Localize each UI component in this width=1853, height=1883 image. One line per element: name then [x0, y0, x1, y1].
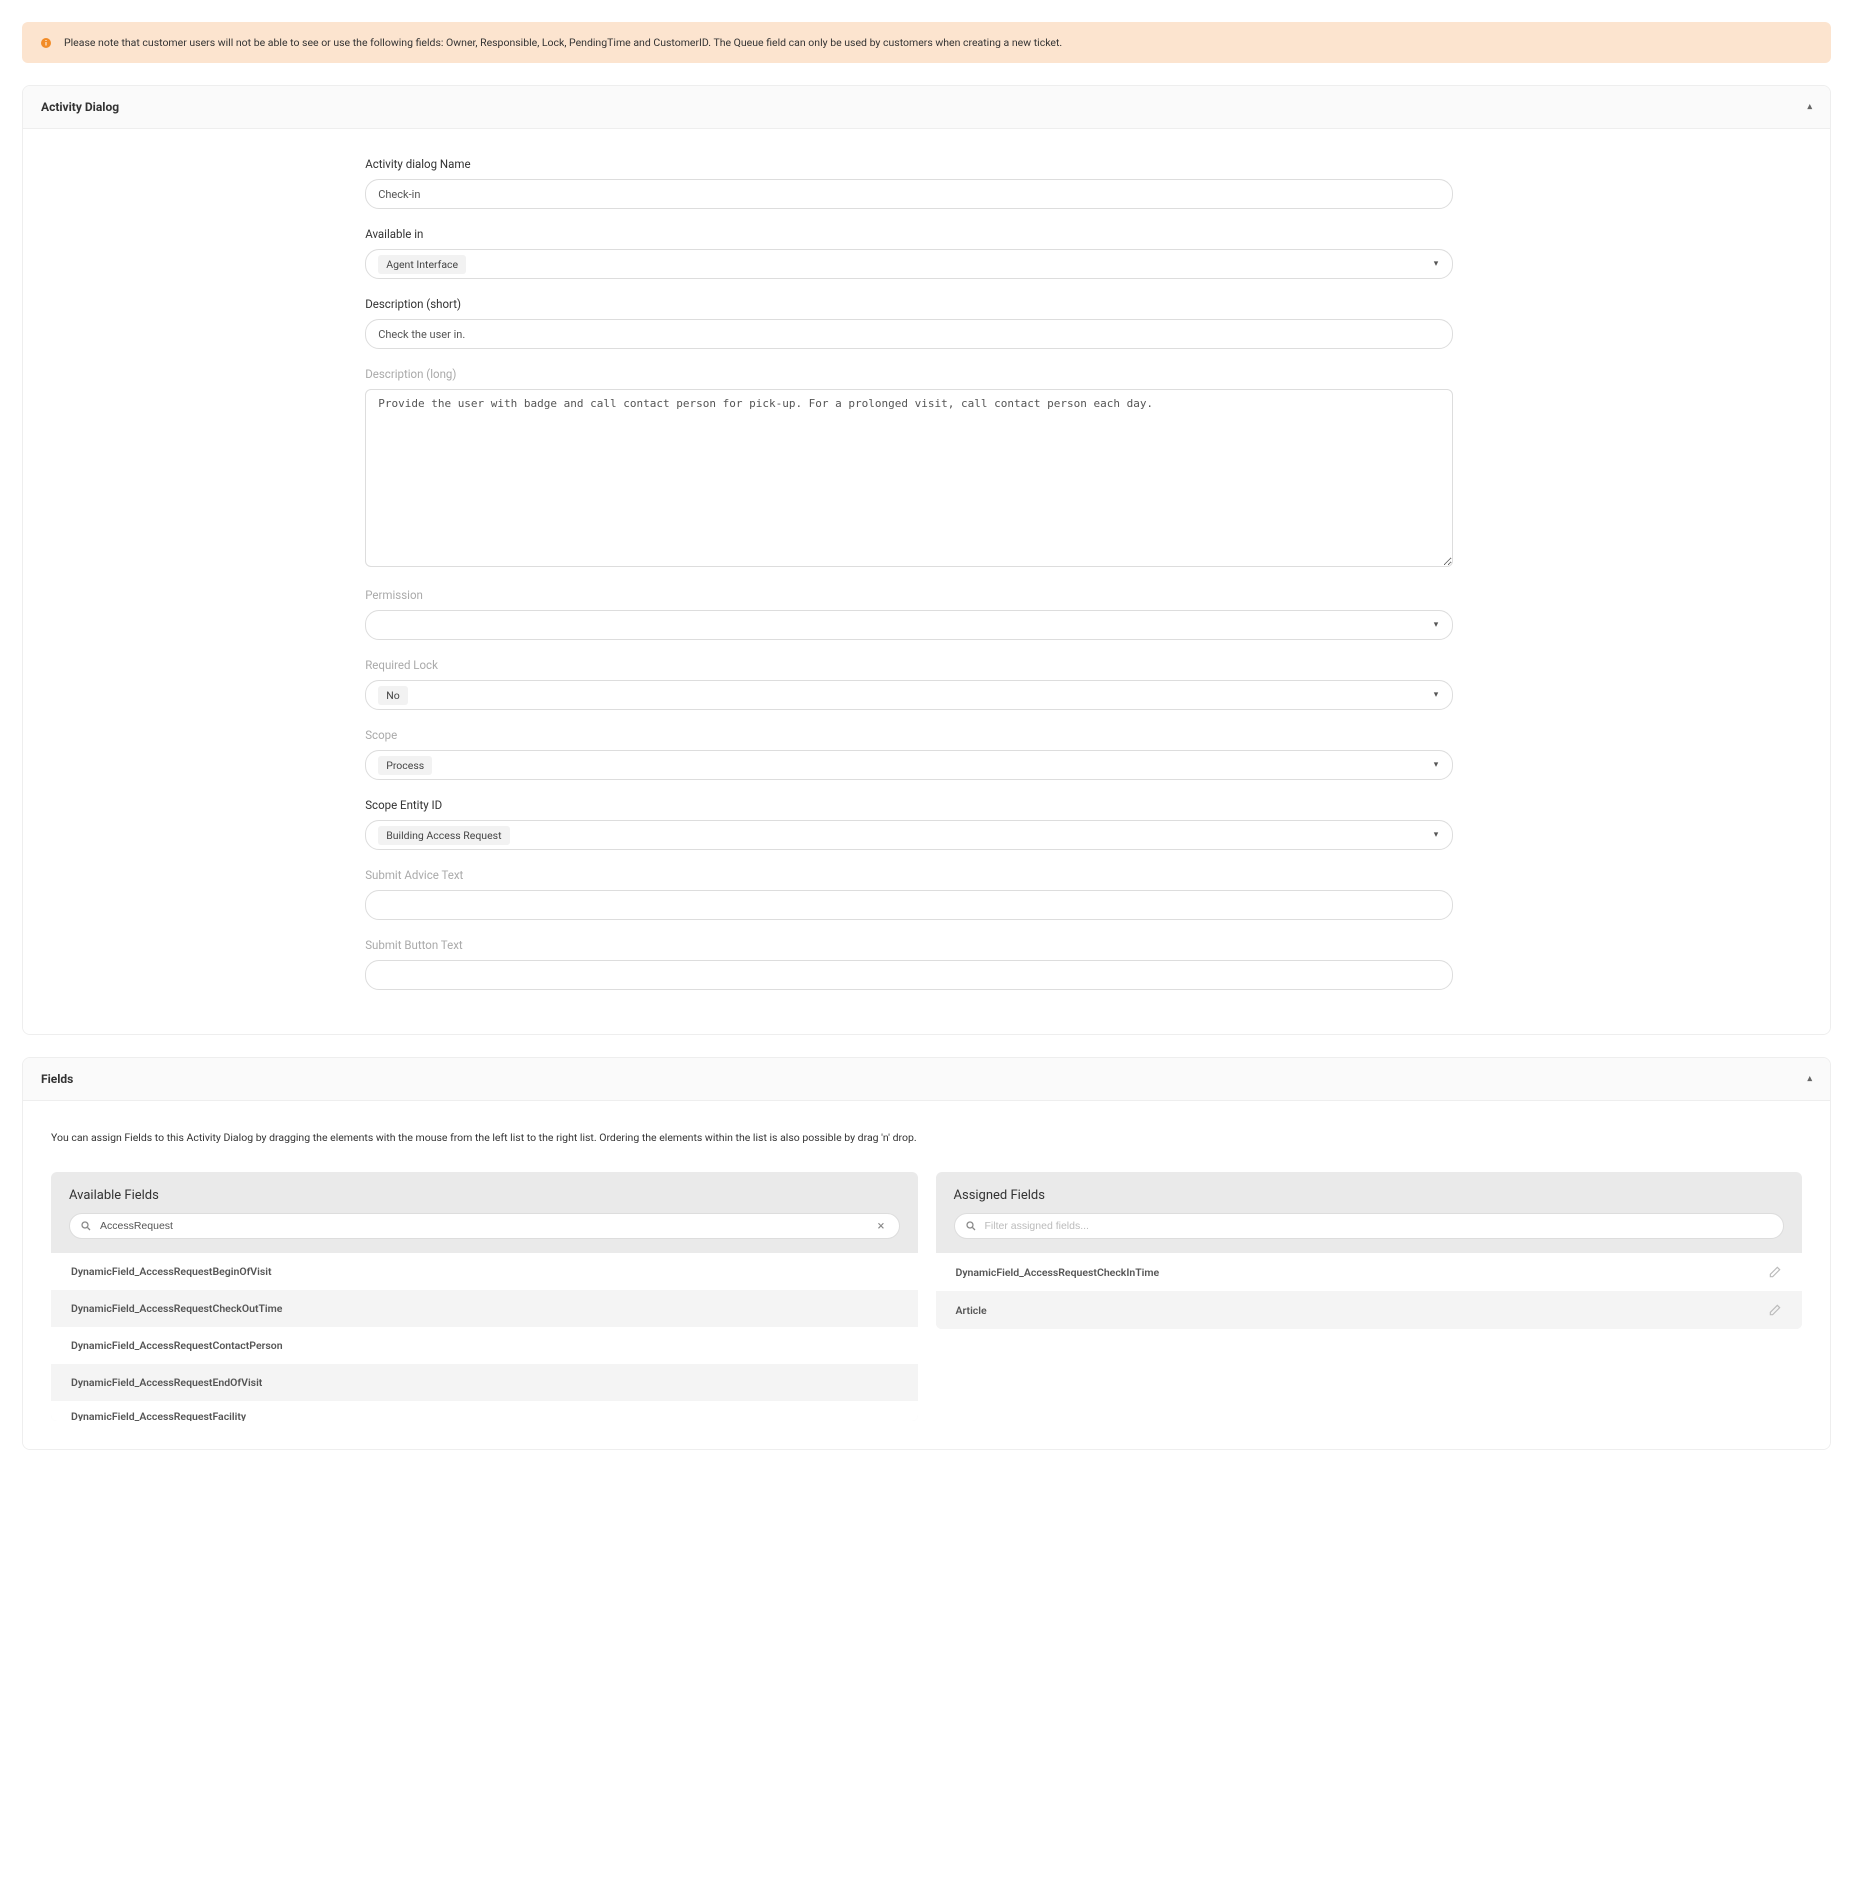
- available-fields-column: Available Fields × DynamicField_AccessRe…: [51, 1172, 918, 1421]
- scope-select[interactable]: Process ▾: [365, 750, 1453, 780]
- select-value: Process: [378, 756, 432, 775]
- chevron-down-icon: ▾: [1434, 620, 1439, 630]
- chevron-down-icon: ▾: [1434, 690, 1439, 700]
- list-item[interactable]: Article: [936, 1291, 1803, 1329]
- available-in-select[interactable]: Agent Interface ▾: [365, 249, 1453, 279]
- assigned-fields-title: Assigned Fields: [936, 1172, 1803, 1213]
- chevron-down-icon: ▾: [1434, 830, 1439, 840]
- required-lock-select[interactable]: No ▾: [365, 680, 1453, 710]
- edit-icon[interactable]: [1768, 1303, 1782, 1317]
- clear-icon[interactable]: ×: [874, 1219, 889, 1234]
- available-fields-list: DynamicField_AccessRequestBeginOfVisit D…: [51, 1253, 918, 1421]
- scope-label: Scope: [365, 728, 1453, 742]
- permission-select[interactable]: ▾: [365, 610, 1453, 640]
- chevron-down-icon: ▾: [1434, 760, 1439, 770]
- name-input[interactable]: [365, 179, 1453, 209]
- available-filter-box: ×: [69, 1213, 900, 1239]
- permission-label: Permission: [365, 588, 1453, 602]
- list-item[interactable]: DynamicField_AccessRequestFacility: [51, 1401, 918, 1421]
- assigned-filter-input[interactable]: [983, 1219, 1774, 1233]
- list-item[interactable]: DynamicField_AccessRequestBeginOfVisit: [51, 1253, 918, 1290]
- search-icon: [80, 1220, 92, 1232]
- assigned-filter-box: [954, 1213, 1785, 1239]
- collapse-icon: ▴: [1807, 1074, 1812, 1084]
- fields-header[interactable]: Fields ▴: [23, 1058, 1830, 1101]
- panel-title: Activity Dialog: [41, 100, 119, 114]
- desc-short-input[interactable]: [365, 319, 1453, 349]
- list-item[interactable]: DynamicField_AccessRequestCheckInTime: [936, 1253, 1803, 1291]
- desc-long-textarea[interactable]: [365, 389, 1453, 567]
- chevron-down-icon: ▾: [1434, 259, 1439, 269]
- fields-instruction: You can assign Fields to this Activity D…: [51, 1131, 1802, 1144]
- desc-short-label: Description (short): [365, 297, 1453, 311]
- list-item[interactable]: DynamicField_AccessRequestContactPerson: [51, 1327, 918, 1364]
- info-icon: [40, 37, 52, 49]
- available-fields-title: Available Fields: [51, 1172, 918, 1213]
- select-value: Agent Interface: [378, 255, 466, 274]
- assigned-fields-column: Assigned Fields DynamicField_AccessReque…: [936, 1172, 1803, 1329]
- select-value: Building Access Request: [378, 826, 509, 845]
- required-lock-label: Required Lock: [365, 658, 1453, 672]
- fields-panel: Fields ▴ You can assign Fields to this A…: [22, 1057, 1831, 1450]
- alert-text: Please note that customer users will not…: [64, 36, 1062, 49]
- submit-button-input[interactable]: [365, 960, 1453, 990]
- edit-icon[interactable]: [1768, 1265, 1782, 1279]
- scope-entity-id-label: Scope Entity ID: [365, 798, 1453, 812]
- available-in-label: Available in: [365, 227, 1453, 241]
- name-label: Activity dialog Name: [365, 157, 1453, 171]
- search-icon: [965, 1220, 977, 1232]
- assigned-fields-list: DynamicField_AccessRequestCheckInTime Ar…: [936, 1253, 1803, 1329]
- available-filter-input[interactable]: [98, 1219, 874, 1233]
- scope-entity-id-select[interactable]: Building Access Request ▾: [365, 820, 1453, 850]
- submit-button-label: Submit Button Text: [365, 938, 1453, 952]
- activity-dialog-header[interactable]: Activity Dialog ▴: [23, 86, 1830, 129]
- desc-long-label: Description (long): [365, 367, 1453, 381]
- activity-dialog-body: Activity dialog Name Available in Agent …: [23, 129, 1830, 1034]
- list-item[interactable]: DynamicField_AccessRequestCheckOutTime: [51, 1290, 918, 1327]
- collapse-icon: ▴: [1807, 102, 1812, 112]
- fields-body: You can assign Fields to this Activity D…: [23, 1101, 1830, 1449]
- submit-advice-input[interactable]: [365, 890, 1453, 920]
- info-alert: Please note that customer users will not…: [22, 22, 1831, 63]
- select-value: No: [378, 686, 407, 705]
- panel-title: Fields: [41, 1072, 73, 1086]
- submit-advice-label: Submit Advice Text: [365, 868, 1453, 882]
- activity-dialog-panel: Activity Dialog ▴ Activity dialog Name A…: [22, 85, 1831, 1035]
- list-item[interactable]: DynamicField_AccessRequestEndOfVisit: [51, 1364, 918, 1401]
